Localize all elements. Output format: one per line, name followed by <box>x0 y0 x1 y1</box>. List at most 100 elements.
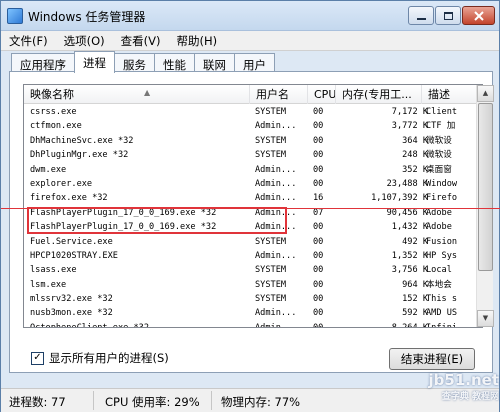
cell-cpu: 00 <box>313 107 324 117</box>
cell-cpu: 00 <box>313 135 324 146</box>
process-list[interactable]: ▲ 映像名称 用户名 CPU 内存(专用工... 描述 csrss.exe SYS… <box>23 84 483 328</box>
window-title: Windows 任务管理器 <box>28 10 146 24</box>
tab-performance[interactable]: 性能 <box>154 53 195 73</box>
cell-cpu: 00 <box>313 164 324 175</box>
cell-image-name: HPCP1020STRAY.EXE <box>30 250 118 261</box>
table-row[interactable]: DhMachineSvc.exe *32 SYSTEM 00 364 K 微软设 <box>24 134 482 148</box>
cell-user: Admin... <box>255 164 297 175</box>
table-row[interactable]: HPCP1020STRAY.EXE Admin... 00 1,352 K HP Sys <box>24 249 482 263</box>
status-separator <box>211 391 212 410</box>
table-row[interactable]: DhPluginMgr.exe *32 SYSTEM 00 248 K 微软设 <box>24 148 482 162</box>
cell-description: Adobe <box>426 222 452 233</box>
table-row[interactable]: nusb3mon.exe *32 Admin... 00 592 K AMD US <box>24 306 482 320</box>
end-process-button[interactable]: 结束进程(E) <box>389 348 475 370</box>
tab-networking[interactable]: 联网 <box>194 53 235 73</box>
table-row[interactable]: dwm.exe Admin... 00 352 K 桌面窗 <box>24 163 482 177</box>
menu-help[interactable]: 帮助(H) <box>168 33 225 49</box>
cell-image-name: DhMachineSvc.exe *32 <box>30 135 134 146</box>
cell-cpu: 00 <box>313 150 324 161</box>
tab-strip: 应用程序 进程 服务 性能 联网 用户 <box>11 51 275 73</box>
table-row[interactable]: lsass.exe SYSTEM 00 3,756 K Local <box>24 263 482 277</box>
menu-bar: 文件(F) 选项(O) 查看(V) 帮助(H) <box>1 31 499 51</box>
cell-cpu: 00 <box>313 250 324 261</box>
scroll-thumb[interactable] <box>478 103 493 271</box>
menu-view[interactable]: 查看(V) <box>113 33 169 49</box>
column-header-image-name[interactable]: ▲ 映像名称 <box>24 85 250 104</box>
cell-memory: 3,756 K <box>391 265 428 276</box>
cell-user: SYSTEM <box>255 279 287 290</box>
vertical-scrollbar[interactable]: ▲ ▼ <box>476 85 494 327</box>
table-row[interactable]: lsm.exe SYSTEM 00 964 K 本地会 <box>24 278 482 292</box>
show-all-users-option[interactable]: ✓ 显示所有用户的进程(S) <box>31 350 169 366</box>
cell-description: 微软设 <box>426 150 452 161</box>
menu-options[interactable]: 选项(O) <box>56 33 113 49</box>
tab-processes[interactable]: 进程 <box>74 51 115 73</box>
table-row[interactable]: OctopheneClient.exe *32 Admin... 00 8,264 K… <box>24 321 482 328</box>
cell-image-name: dwm.exe <box>30 164 67 175</box>
cell-cpu: 00 <box>313 322 324 328</box>
table-row[interactable]: mlssrv32.exe *32 SYSTEM 00 152 K This s <box>24 292 482 306</box>
cell-user: Admin... <box>255 121 297 132</box>
column-header-user[interactable]: 用户名 <box>250 85 308 104</box>
cell-description: Window <box>426 178 458 189</box>
cell-image-name: lsass.exe <box>30 265 77 276</box>
cell-user: Admin... <box>255 250 297 261</box>
title-bar[interactable]: Windows 任务管理器 <box>1 1 499 31</box>
cell-description: HP Sys <box>426 250 458 261</box>
minimize-button[interactable] <box>408 6 434 25</box>
status-memory: 物理内存: 77% <box>221 395 301 409</box>
cell-cpu: 00 <box>313 178 324 189</box>
cell-cpu: 00 <box>313 222 324 233</box>
table-row[interactable]: csrss.exe SYSTEM 00 7,172 K Client <box>24 105 482 119</box>
column-header-memory[interactable]: 内存(专用工... <box>336 85 422 104</box>
list-header: ▲ 映像名称 用户名 CPU 内存(专用工... 描述 <box>24 85 482 104</box>
table-row[interactable]: explorer.exe Admin... 00 23,488 K Window <box>24 177 482 191</box>
cell-image-name: lsm.exe <box>30 279 67 290</box>
cell-description: 桌面窗 <box>426 164 452 175</box>
cell-description: Fusion <box>426 236 458 247</box>
annotation-highlight-box <box>27 207 287 234</box>
cell-memory: 364 K <box>402 135 428 146</box>
cell-image-name: Fuel.Service.exe <box>30 236 113 247</box>
cell-user: Admin... <box>255 308 297 319</box>
table-row[interactable]: ctfmon.exe Admin... 00 3,772 K CTF 加 <box>24 119 482 133</box>
show-all-label: 显示所有用户的进程(S) <box>49 351 169 365</box>
column-header-description[interactable]: 描述 <box>422 85 482 104</box>
cell-user: SYSTEM <box>255 265 287 276</box>
status-cpu-usage: CPU 使用率: 29% <box>105 395 200 409</box>
cell-description: 微软设 <box>426 135 452 146</box>
cell-description: Infini <box>426 322 458 328</box>
close-button[interactable] <box>462 6 495 25</box>
column-header-cpu[interactable]: CPU <box>308 85 336 104</box>
maximize-button[interactable] <box>435 6 461 25</box>
table-row[interactable]: firefox.exe *32 Admin... 16 1,107,392 K Fire… <box>24 191 482 205</box>
table-row[interactable]: Fuel.Service.exe SYSTEM 00 492 K Fusion <box>24 235 482 249</box>
tab-services[interactable]: 服务 <box>114 53 155 73</box>
cell-image-name: explorer.exe <box>30 178 93 189</box>
cell-cpu: 16 <box>313 193 324 204</box>
cell-user: SYSTEM <box>255 135 287 146</box>
cell-memory: 1,107,392 K <box>371 193 428 204</box>
scroll-down-icon[interactable]: ▼ <box>477 310 494 327</box>
cell-description: Client <box>426 107 458 117</box>
watermark: jb51.net 查字典 教程网 <box>411 371 499 411</box>
cell-cpu: 00 <box>313 236 324 247</box>
tab-applications[interactable]: 应用程序 <box>11 53 75 73</box>
status-separator <box>93 391 94 410</box>
cell-description: This s <box>426 294 458 305</box>
cell-memory: 492 K <box>402 236 428 247</box>
maximize-icon <box>443 11 453 20</box>
cell-image-name: DhPluginMgr.exe *32 <box>30 150 129 161</box>
cell-memory: 964 K <box>402 279 428 290</box>
cell-description: AMD US <box>426 308 458 319</box>
scroll-up-icon[interactable]: ▲ <box>477 85 494 102</box>
cell-memory: 152 K <box>402 294 428 305</box>
cell-memory: 23,488 K <box>386 178 428 189</box>
cell-description: CTF 加 <box>426 121 456 132</box>
cell-cpu: 00 <box>313 265 324 276</box>
show-all-checkbox[interactable]: ✓ <box>31 351 44 365</box>
menu-file[interactable]: 文件(F) <box>1 33 56 49</box>
cell-memory: 592 K <box>402 308 428 319</box>
cell-user: SYSTEM <box>255 150 287 161</box>
tab-users[interactable]: 用户 <box>234 53 275 73</box>
